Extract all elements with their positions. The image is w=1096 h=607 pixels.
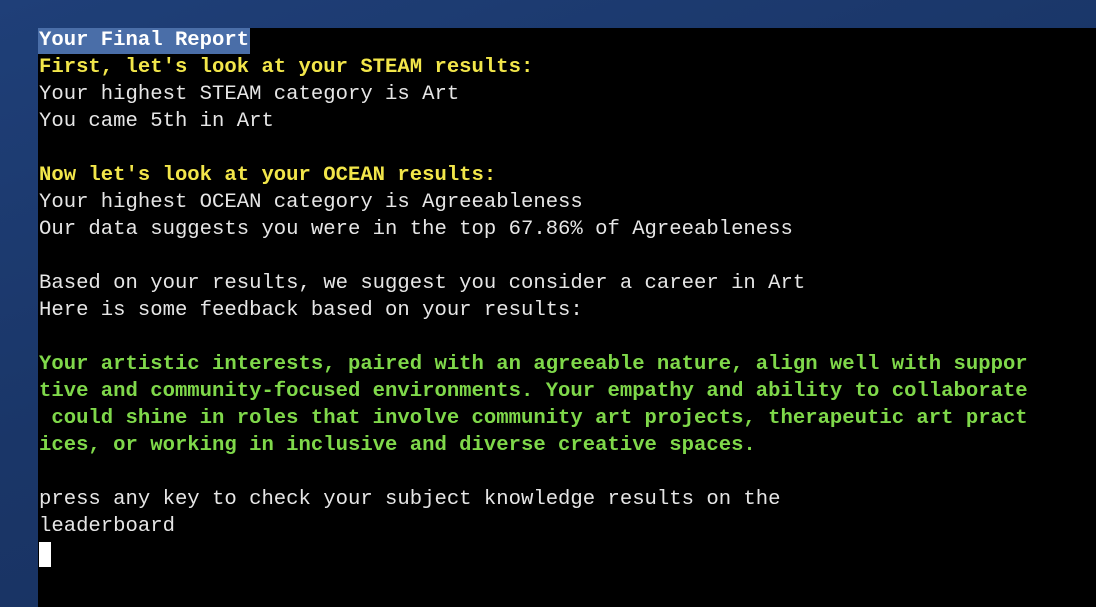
steam-heading: First, let's look at your STEAM results:	[39, 56, 534, 79]
desktop-background: { "terminal": { "title": "Your Final Rep…	[0, 0, 1096, 607]
career-suggestion: Based on your results, we suggest you co…	[39, 272, 806, 295]
ocean-heading: Now let's look at your OCEAN results:	[39, 164, 497, 187]
feedback-line: could shine in roles that involve commun…	[39, 407, 1028, 430]
continue-prompt-line: press any key to check your subject know…	[39, 488, 781, 511]
steam-highest-category: Your highest STEAM category is Art	[39, 83, 460, 106]
continue-prompt-line: leaderboard	[39, 515, 175, 538]
feedback-line: tive and community-focused environments.…	[39, 380, 1028, 403]
steam-placement: You came 5th in Art	[39, 110, 274, 133]
feedback-line: Your artistic interests, paired with an …	[39, 353, 1028, 376]
report-title: Your Final Report	[38, 28, 251, 54]
text-cursor[interactable]	[39, 542, 51, 567]
terminal-window[interactable]: Your Final Report First, let's look at y…	[38, 28, 1096, 607]
ocean-percentile: Our data suggests you were in the top 67…	[39, 218, 793, 241]
feedback-intro: Here is some feedback based on your resu…	[39, 299, 583, 322]
feedback-line: ices, or working in inclusive and divers…	[39, 434, 756, 457]
ocean-highest-category: Your highest OCEAN category is Agreeable…	[39, 191, 583, 214]
